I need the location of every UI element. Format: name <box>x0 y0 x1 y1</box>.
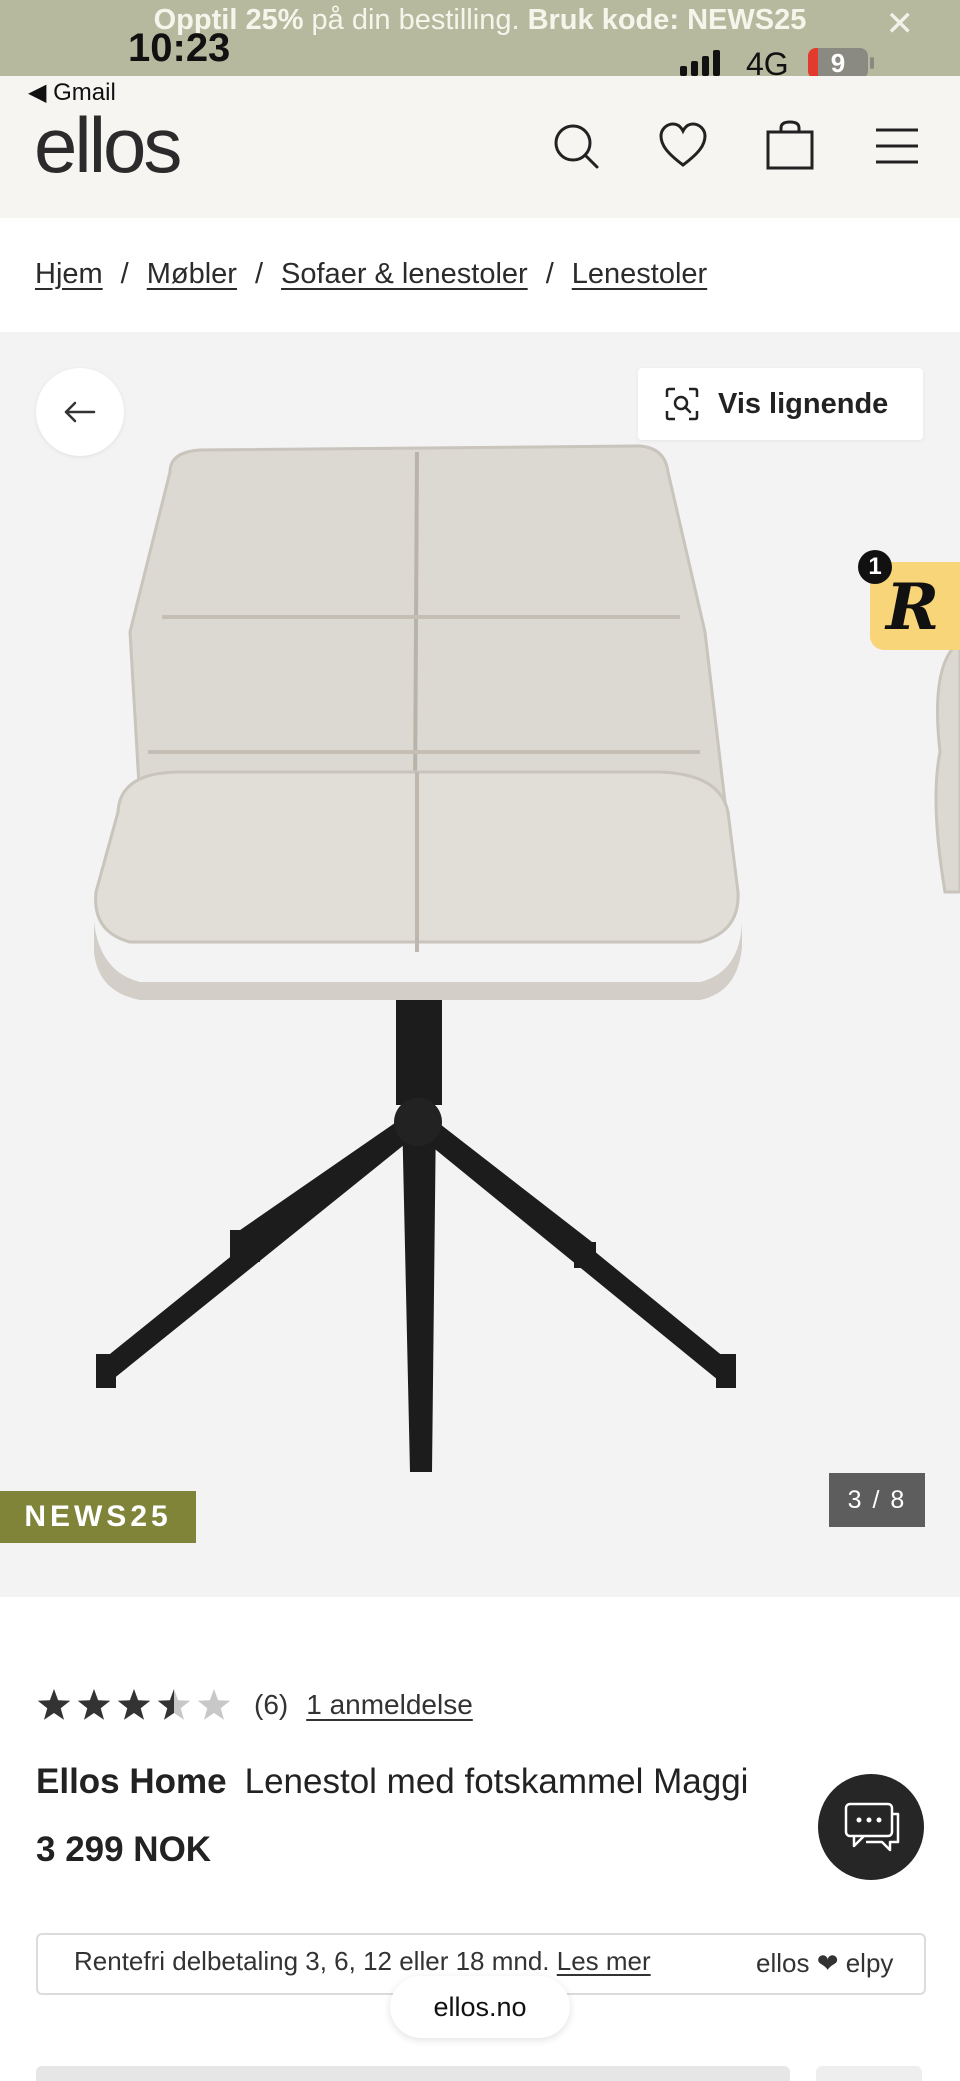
breadcrumb-link-furniture[interactable]: Møbler <box>147 258 237 290</box>
product-gallery[interactable] <box>0 332 960 1597</box>
product-price: 3 299 NOK <box>36 1830 212 1869</box>
financing-brand: ellos ❤ elpy <box>756 1948 894 1978</box>
favorite-bar[interactable] <box>816 2066 922 2081</box>
promo-code-tag: NEWS25 <box>0 1491 196 1543</box>
product-brand[interactable]: Ellos Home <box>36 1762 227 1801</box>
rating-stars <box>37 1689 231 1720</box>
star-filled-icon <box>77 1689 111 1720</box>
breadcrumb: Hjem / Møbler / Sofaer & lenestoler / Lenestol… <box>35 258 707 291</box>
loyalty-badge-count: 1 <box>858 550 892 584</box>
site-logo[interactable]: ellos <box>34 100 182 191</box>
signal-icon <box>680 50 720 76</box>
browser-url-pill[interactable]: ellos.no <box>390 1976 570 2038</box>
product-image <box>94 444 960 1472</box>
star-filled-icon <box>37 1689 71 1720</box>
financing-text: Rentefri delbetaling 3, 6, 12 eller 18 m… <box>74 1946 651 1976</box>
breadcrumb-link-sofas[interactable]: Sofaer & lenestoler <box>281 258 528 290</box>
star-empty-icon <box>197 1689 231 1720</box>
similar-button[interactable]: Vis lignende <box>638 368 923 440</box>
image-counter: 3 / 8 <box>829 1473 925 1527</box>
read-more-link[interactable]: Les mer <box>557 1946 651 1976</box>
similar-label: Vis lignende <box>718 387 889 420</box>
rating-count: (6) <box>254 1689 289 1720</box>
bag-icon[interactable] <box>764 120 816 172</box>
status-time: 10:23 <box>128 26 231 70</box>
star-filled-icon <box>117 1689 151 1720</box>
arrow-left-icon <box>64 401 96 423</box>
visual-search-icon <box>665 387 699 421</box>
chat-button[interactable] <box>818 1774 924 1880</box>
chat-icon <box>844 1802 900 1852</box>
search-icon[interactable] <box>550 120 602 172</box>
breadcrumb-separator: / <box>254 258 264 290</box>
menu-icon[interactable] <box>872 120 924 172</box>
close-icon[interactable]: ✕ <box>886 4 915 44</box>
product-title: Ellos Home Lenestol med fotskammel Maggi <box>36 1762 748 1802</box>
heart-icon[interactable] <box>657 120 709 172</box>
battery-tip <box>870 57 874 69</box>
product-rating: (6) 1 anmeldelse <box>36 1687 473 1723</box>
breadcrumb-separator: / <box>120 258 129 290</box>
gallery-back-button[interactable] <box>36 368 124 456</box>
breadcrumb-link-armchairs[interactable]: Lenestoler <box>572 258 707 290</box>
loyalty-logo-icon: R <box>886 570 940 645</box>
reviews-link[interactable]: 1 anmeldelse <box>306 1689 473 1721</box>
product-name: Lenestol med fotskammel Maggi <box>244 1762 749 1801</box>
breadcrumb-link-home[interactable]: Hjem <box>35 258 103 290</box>
battery-percent: 9 <box>830 48 846 78</box>
add-to-cart-bar[interactable] <box>36 2066 790 2081</box>
breadcrumb-separator: / <box>545 258 554 290</box>
